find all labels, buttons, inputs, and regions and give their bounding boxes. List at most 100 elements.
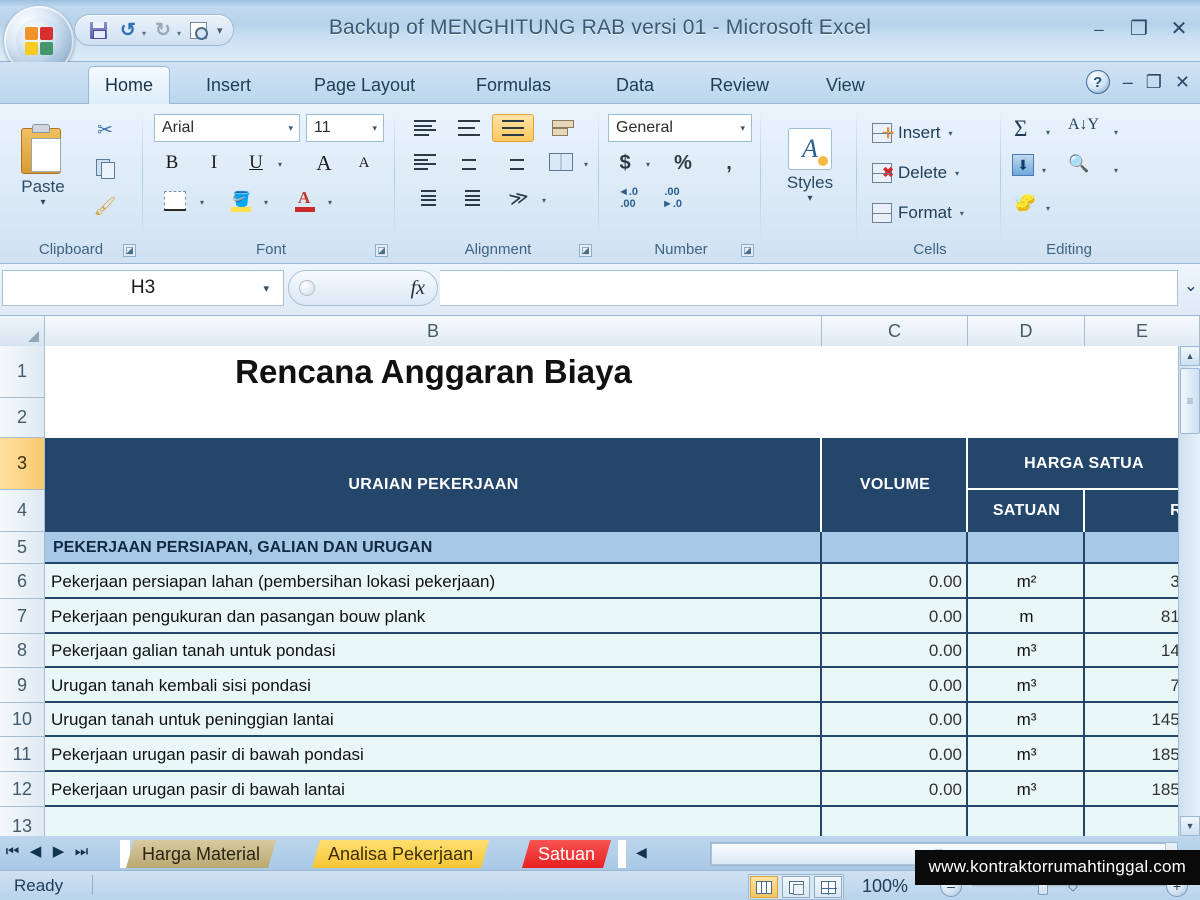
close-workbook-button[interactable]: ✕ — [1175, 72, 1190, 93]
cell-b1-title[interactable]: Rencana Anggaran Biaya — [45, 346, 822, 398]
cell-c11[interactable]: 0.00 — [822, 737, 968, 772]
cell-header-harga-satuan[interactable]: HARGA SATUA — [968, 438, 1200, 490]
merge-center-button[interactable] — [542, 148, 580, 176]
align-right-button[interactable] — [492, 148, 534, 176]
view-page-break-button[interactable] — [814, 876, 842, 898]
underline-dropdown-icon[interactable]: ▾ — [278, 160, 282, 169]
cell-b11[interactable]: Pekerjaan urugan pasir di bawah pondasi — [45, 737, 822, 772]
row-header-8[interactable]: 8 — [0, 634, 45, 668]
alignment-dialog-launcher[interactable]: ◪ — [579, 244, 592, 257]
zoom-level[interactable]: 100% — [862, 876, 908, 897]
sheet-tab-satuan[interactable]: Satuan — [522, 840, 611, 868]
grow-font-button[interactable]: A — [306, 148, 342, 178]
close-button[interactable]: ✕ — [1166, 18, 1192, 40]
sort-filter-button[interactable]: A↓Y — [1068, 116, 1099, 134]
underline-button[interactable]: U — [238, 148, 274, 178]
font-size-dropdown-icon[interactable]: ▾ — [372, 123, 377, 134]
tab-home[interactable]: Home — [88, 66, 171, 104]
cell-c12[interactable]: 0.00 — [822, 772, 968, 807]
help-icon[interactable]: ? — [1085, 70, 1110, 94]
delete-cells-button[interactable]: ✖ Delete ▾ — [866, 156, 965, 190]
tab-view[interactable]: View — [810, 66, 881, 104]
cell-section-band[interactable]: PEKERJAAN PERSIAPAN, GALIAN DAN URUGAN — [45, 532, 1200, 564]
increase-decimal-button[interactable]: ◄.0.00 — [608, 184, 648, 214]
expand-formula-bar-icon[interactable]: ⌄ — [1184, 276, 1198, 296]
autosum-button[interactable]: Σ — [1014, 116, 1027, 142]
vertical-scrollbar[interactable]: ▲ ▼ — [1178, 346, 1200, 836]
cell-c8[interactable]: 0.00 — [822, 634, 968, 668]
orientation-button[interactable]: ≫ — [498, 184, 540, 212]
restore-workbook-button[interactable]: ❐ — [1146, 72, 1162, 93]
percent-format-button[interactable]: % — [666, 148, 700, 178]
row-header-4[interactable]: 4 — [0, 490, 45, 532]
shrink-font-button[interactable]: A — [346, 148, 382, 178]
sheet-tab-analisa-pekerjaan[interactable]: Analisa Pekerjaan — [312, 840, 489, 868]
sheet-tab-harga-material[interactable]: Harga Material — [126, 840, 276, 868]
font-name-dropdown-icon[interactable]: ▾ — [288, 123, 293, 134]
cell-c10[interactable]: 0.00 — [822, 703, 968, 737]
view-normal-button[interactable] — [750, 876, 778, 898]
align-middle-button[interactable] — [448, 114, 490, 142]
align-left-button[interactable] — [404, 148, 446, 176]
prev-sheet-button[interactable]: ◀ — [27, 842, 44, 860]
redo-dropdown-icon[interactable]: ▾ — [177, 29, 181, 38]
decrease-decimal-button[interactable]: .00 ►.0 — [652, 184, 692, 214]
customize-qat-icon[interactable]: ▾ — [217, 24, 223, 37]
last-sheet-button[interactable]: ⏭ — [73, 843, 90, 860]
sheet-scroll-left-icon[interactable]: ◀ — [636, 844, 647, 861]
cell-d9[interactable]: m³ — [968, 668, 1085, 703]
cell-b8[interactable]: Pekerjaan galian tanah untuk pondasi — [45, 634, 822, 668]
bold-button[interactable]: B — [154, 148, 190, 178]
borders-button[interactable] — [158, 186, 192, 216]
next-sheet-button[interactable]: ▶ — [50, 842, 67, 860]
font-name-input[interactable]: Arial ▾ — [154, 114, 300, 142]
styles-button[interactable]: A Styles ▾ — [772, 112, 848, 220]
cell-d12[interactable]: m³ — [968, 772, 1085, 807]
align-top-button[interactable] — [404, 114, 446, 142]
insert-cells-button[interactable]: ✛ Insert ▾ — [866, 116, 959, 150]
cell-d10[interactable]: m³ — [968, 703, 1085, 737]
cut-button[interactable]: ✂ — [88, 114, 122, 146]
vertical-scroll-thumb[interactable] — [1180, 368, 1200, 434]
redo-button[interactable]: ↻ — [150, 18, 176, 42]
find-select-button[interactable]: 🔍 — [1068, 154, 1089, 174]
row-header-9[interactable]: 9 — [0, 668, 45, 703]
row-header-11[interactable]: 11 — [0, 737, 45, 772]
paste-button[interactable]: Paste ▾ — [6, 112, 80, 220]
accounting-format-button[interactable]: $ — [608, 148, 642, 178]
view-page-layout-button[interactable] — [782, 876, 810, 898]
cell-b12[interactable]: Pekerjaan urugan pasir di bawah lantai — [45, 772, 822, 807]
cell-d7[interactable]: m — [968, 599, 1085, 634]
fill-dropdown-icon[interactable]: ▾ — [1042, 166, 1046, 175]
borders-dropdown-icon[interactable]: ▾ — [200, 198, 204, 207]
cell-c6[interactable]: 0.00 — [822, 564, 968, 599]
find-dropdown-icon[interactable]: ▾ — [1114, 166, 1118, 175]
format-painter-button[interactable]: 🖌 — [88, 190, 122, 222]
merge-dropdown-icon[interactable]: ▾ — [584, 160, 588, 169]
cell-row13[interactable]: J — [45, 807, 1200, 836]
cell-header-satuan[interactable]: SATUAN — [968, 490, 1085, 532]
column-header-e[interactable]: E — [1085, 316, 1200, 346]
column-header-b[interactable]: B — [45, 316, 822, 346]
row-header-3[interactable]: 3 — [0, 438, 45, 490]
decrease-indent-button[interactable] — [404, 184, 446, 212]
fill-button[interactable]: ⬇ — [1012, 154, 1034, 176]
italic-button[interactable]: I — [196, 148, 232, 178]
cell-b10[interactable]: Urugan tanah untuk peninggian lantai — [45, 703, 822, 737]
comma-format-button[interactable]: , — [712, 148, 746, 178]
clear-button[interactable]: 🧽 — [1011, 189, 1039, 215]
name-box[interactable]: H3 ▾ — [2, 270, 284, 306]
save-button[interactable] — [85, 18, 111, 42]
tab-data[interactable]: Data — [600, 66, 670, 104]
first-sheet-button[interactable]: ⏮ — [4, 843, 21, 860]
wrap-text-button[interactable] — [542, 114, 584, 142]
font-size-input[interactable]: 11 ▾ — [306, 114, 384, 142]
number-format-select[interactable]: General ▾ — [608, 114, 752, 142]
cell-d6[interactable]: m² — [968, 564, 1085, 599]
undo-button[interactable]: ↺ — [115, 18, 141, 42]
font-dialog-launcher[interactable]: ◪ — [375, 244, 388, 257]
row-header-2[interactable]: 2 — [0, 398, 45, 438]
font-color-dropdown-icon[interactable]: ▾ — [328, 198, 332, 207]
format-dropdown-icon[interactable]: ▾ — [960, 209, 964, 218]
align-bottom-button[interactable] — [492, 114, 534, 142]
